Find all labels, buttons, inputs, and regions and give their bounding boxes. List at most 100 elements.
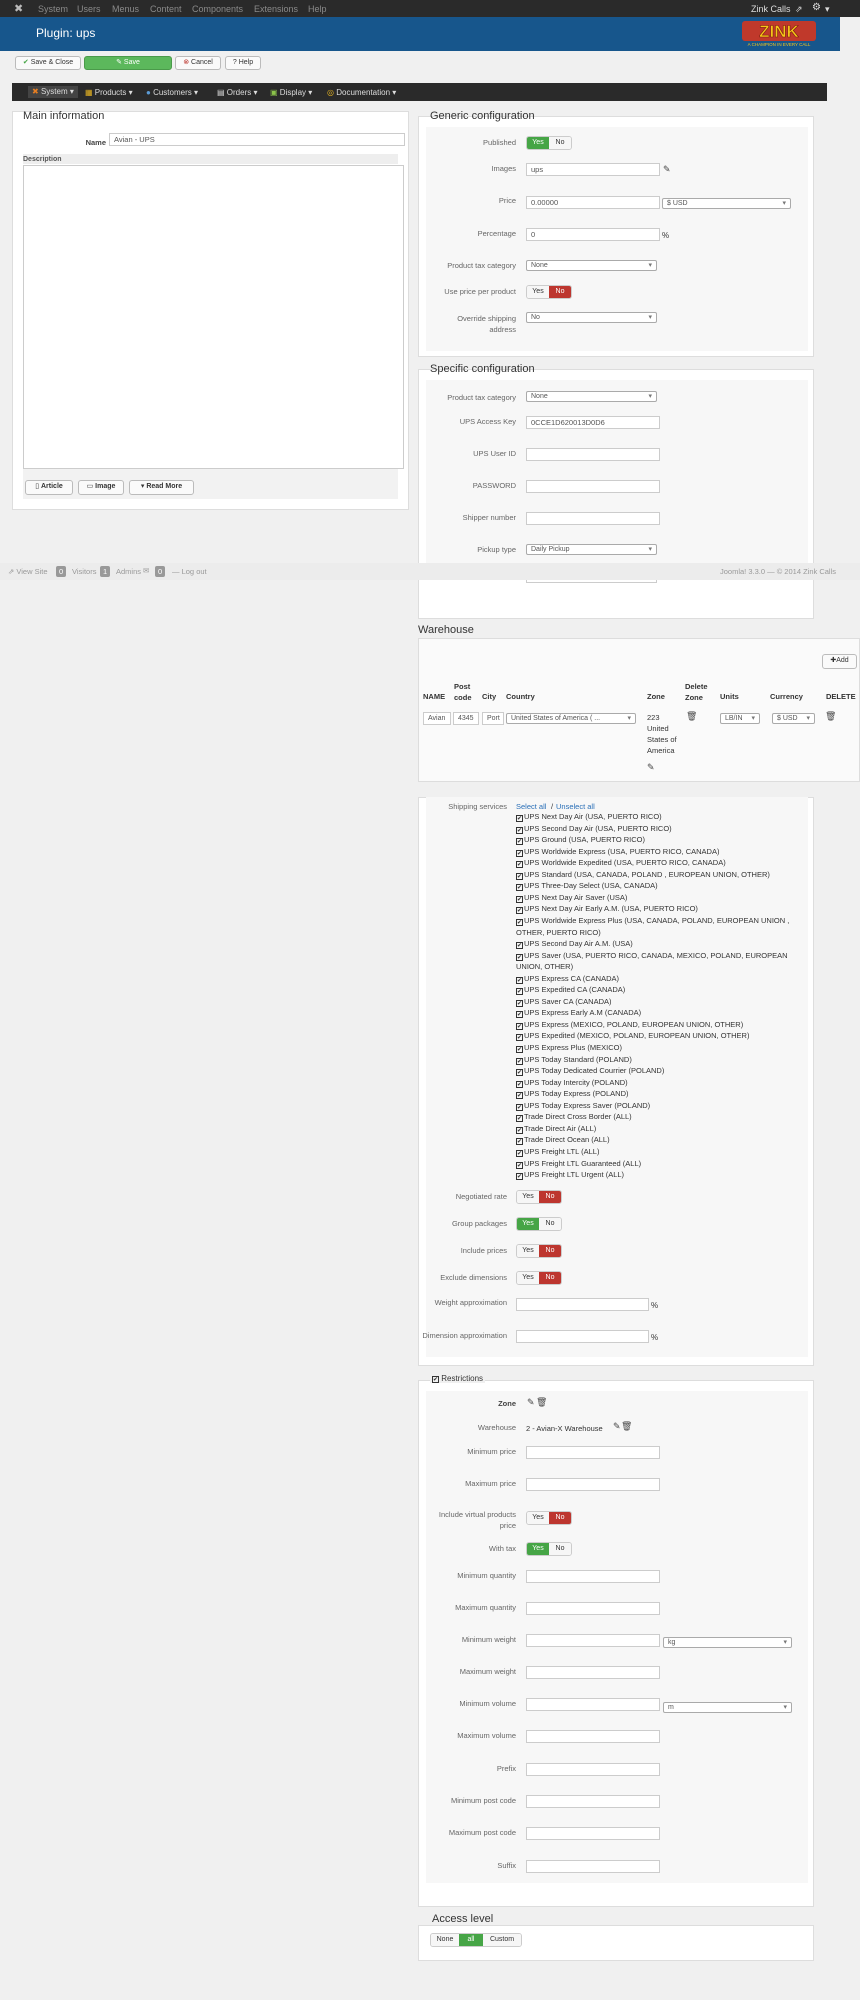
shipping-service-item[interactable]: ✔ UPS Worldwide Express Plus (USA, CANADA… [516, 916, 789, 926]
price-input[interactable]: 0.00000 [526, 196, 660, 209]
article-button[interactable]: ▯ Article [25, 480, 73, 495]
shipping-service-item[interactable]: ✔ UPS Second Day Air (USA, PUERTO RICO) [516, 824, 672, 834]
images-input[interactable]: ups [526, 163, 660, 176]
read-more-button[interactable]: ▾ Read More [129, 480, 194, 495]
logout-link[interactable]: — Log out [172, 567, 207, 576]
edit-zone-pencil-icon[interactable]: ✎ [647, 762, 655, 773]
shipping-service-checkbox[interactable]: ✔ [516, 999, 523, 1007]
warehouse-currency-select[interactable]: $ USD [772, 713, 815, 724]
shipping-service-item[interactable]: ✔ Trade Direct Cross Border (ALL) [516, 1112, 632, 1123]
exclude-dimensions-toggle[interactable]: Yes No [516, 1271, 562, 1285]
include-virtual-toggle[interactable]: Yes No [526, 1511, 572, 1525]
view-site-link[interactable]: ⇗ View Site [8, 567, 48, 576]
shipping-service-item[interactable]: ✔ UPS Today Dedicated Courrier (POLAND) [516, 1066, 664, 1077]
warehouse-name-input[interactable]: Avian [423, 712, 451, 725]
suffix-input[interactable] [526, 1860, 660, 1873]
specific-tax-select[interactable]: None [526, 391, 657, 402]
shipping-service-checkbox[interactable]: ✔ [516, 1080, 523, 1088]
tax-category-select[interactable]: None [526, 260, 657, 271]
access-level-selector[interactable]: None all Custom [430, 1933, 522, 1947]
shipping-service-item[interactable]: ✔ UPS Express Plus (MEXICO) [516, 1043, 622, 1053]
shipping-service-item[interactable]: ✔ UPS Express Early A.M (CANADA) [516, 1008, 641, 1019]
shipping-service-item[interactable]: ✔ UPS Saver (USA, PUERTO RICO, CANADA, ME… [516, 951, 788, 961]
shipping-service-item[interactable]: ✔ UPS Ground (USA, PUERTO RICO) [516, 835, 645, 846]
max-weight-input[interactable] [526, 1666, 660, 1679]
zone-pencil-icon[interactable]: ✎ [527, 1397, 535, 1408]
joomla-logo-icon[interactable]: ✖ [14, 2, 23, 15]
menu-extensions[interactable]: Extensions [254, 4, 298, 14]
menu-menus[interactable]: Menus [112, 4, 139, 14]
min-weight-input[interactable] [526, 1634, 660, 1647]
weight-approximation-input[interactable] [516, 1298, 649, 1311]
zone-trash-icon[interactable]: 🗑 [536, 1397, 547, 1408]
shipping-service-checkbox[interactable]: ✔ [516, 1092, 523, 1100]
access-none-button[interactable]: None [431, 1934, 459, 1946]
select-all-link[interactable]: Select all [516, 802, 546, 811]
save-close-button[interactable]: ✔ Save & Close [15, 56, 81, 70]
shipping-service-checkbox[interactable]: ✔ [516, 1103, 523, 1111]
help-button[interactable]: ? Help [225, 56, 261, 70]
max-price-input[interactable] [526, 1478, 660, 1491]
hika-menu-products[interactable]: ▦ Products ▾ [85, 88, 133, 97]
ups-access-key-input[interactable]: 0CCE1D620013D0D6 [526, 416, 660, 429]
warehouse-pencil-icon[interactable]: ✎ [613, 1421, 621, 1432]
warehouse-units-select[interactable]: LB/IN [720, 713, 760, 724]
shipping-service-checkbox[interactable]: ✔ [516, 1161, 523, 1169]
override-shipping-select[interactable]: No [526, 312, 657, 323]
shipping-service-checkbox[interactable]: ✔ [516, 1149, 523, 1157]
shipping-service-checkbox[interactable]: ✔ [516, 838, 523, 846]
hika-menu-orders[interactable]: ▤ Orders ▾ [217, 88, 258, 97]
shipping-service-item[interactable]: ✔ UPS Standard (USA, CANADA, POLAND , EUR… [516, 870, 770, 880]
save-button[interactable]: ✎ Save [84, 56, 172, 70]
shipping-service-item[interactable]: ✔ Trade Direct Ocean (ALL) [516, 1135, 610, 1146]
gear-icon[interactable]: ⚙ [812, 2, 821, 13]
shipping-service-item[interactable]: ✔ UPS Next Day Air (USA, PUERTO RICO) [516, 812, 662, 822]
shipping-service-item[interactable]: ✔ UPS Saver CA (CANADA) [516, 997, 612, 1007]
ups-user-id-input[interactable] [526, 448, 660, 461]
unselect-all-link[interactable]: Unselect all [556, 802, 595, 811]
shipping-service-item[interactable]: ✔ UPS Today Standard (POLAND) [516, 1055, 632, 1065]
min-price-input[interactable] [526, 1446, 660, 1459]
shipping-service-item[interactable]: ✔ UPS Second Day Air A.M. (USA) [516, 939, 633, 950]
shipping-service-checkbox[interactable]: ✔ [516, 953, 523, 961]
shipping-service-checkbox[interactable]: ✔ [516, 815, 523, 822]
shipping-service-checkbox[interactable]: ✔ [516, 895, 523, 903]
shipping-service-item[interactable]: ✔ UPS Worldwide Express (USA, PUERTO RICO… [516, 847, 719, 857]
published-toggle[interactable]: Yes No [526, 136, 572, 150]
warehouse-trash-icon[interactable]: 🗑 [621, 1421, 632, 1432]
description-editor[interactable] [23, 165, 404, 469]
negotiated-rate-toggle[interactable]: Yes No [516, 1190, 562, 1204]
include-prices-toggle[interactable]: Yes No [516, 1244, 562, 1258]
shipping-service-item[interactable]: ✔ UPS Worldwide Expedited (USA, PUERTO RI… [516, 858, 726, 869]
max-quantity-input[interactable] [526, 1602, 660, 1615]
shipping-service-item[interactable]: ✔ UPS Three-Day Select (USA, CANADA) [516, 881, 658, 892]
name-input[interactable]: Avian - UPS [109, 133, 405, 146]
min-volume-input[interactable] [526, 1698, 660, 1711]
price-currency-select[interactable]: $ USD [662, 198, 791, 209]
shipping-service-item[interactable]: ✔ UPS Today Express Saver (POLAND) [516, 1101, 650, 1111]
shipping-service-item[interactable]: ✔ UPS Today Intercity (POLAND) [516, 1078, 628, 1088]
delete-zone-trash-icon[interactable]: 🗑 [686, 711, 697, 722]
menu-users[interactable]: Users [77, 4, 101, 14]
shipping-service-checkbox[interactable]: ✔ [516, 849, 523, 857]
dimension-approximation-input[interactable] [516, 1330, 649, 1343]
hika-menu-customers[interactable]: ● Customers ▾ [146, 88, 198, 97]
shipping-service-checkbox[interactable]: ✔ [516, 907, 523, 915]
use-price-per-product-toggle[interactable]: Yes No [526, 285, 572, 299]
shipping-service-checkbox[interactable]: ✔ [516, 861, 523, 869]
shipping-service-item[interactable]: ✔ UPS Express (MEXICO, POLAND, EUROPEAN U… [516, 1020, 743, 1030]
shipping-service-item[interactable]: ✔ UPS Express CA (CANADA) [516, 974, 619, 984]
site-link[interactable]: Zink Calls [751, 4, 791, 14]
cancel-button[interactable]: ⊗ Cancel [175, 56, 221, 70]
volume-unit-select[interactable]: m [663, 1702, 792, 1713]
access-all-button[interactable]: all [459, 1934, 483, 1946]
percentage-input[interactable]: 0 [526, 228, 660, 241]
shipping-service-checkbox[interactable]: ✔ [516, 1138, 523, 1146]
shipping-service-item[interactable]: ✔ UPS Today Express (POLAND) [516, 1089, 628, 1100]
menu-help[interactable]: Help [308, 4, 327, 14]
shipping-service-checkbox[interactable]: ✔ [516, 942, 523, 950]
weight-unit-select[interactable]: kg [663, 1637, 792, 1648]
pickup-type-select[interactable]: Daily Pickup [526, 544, 657, 555]
menu-system[interactable]: System [38, 4, 68, 14]
shipping-service-checkbox[interactable]: ✔ [516, 1022, 523, 1030]
